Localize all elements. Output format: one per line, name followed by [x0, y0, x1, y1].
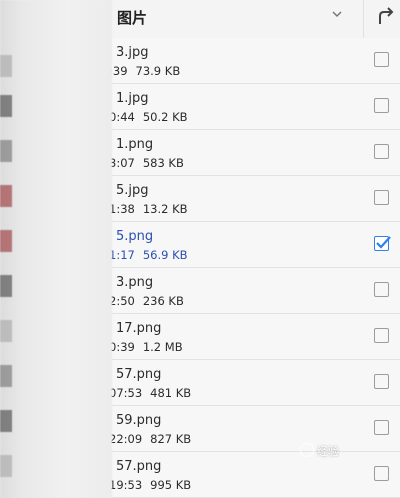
file-name: 3.jpg — [116, 45, 149, 60]
select-checkbox[interactable] — [374, 98, 389, 113]
file-time: 22:09 — [109, 432, 143, 446]
file-time: 07:53 — [109, 386, 143, 400]
file-size: 481 KB — [150, 386, 192, 400]
file-time: 0:39 — [109, 340, 135, 354]
up-level-icon[interactable] — [374, 4, 400, 30]
file-meta: :39 73.9 KB — [109, 64, 180, 78]
file-meta: 07:53 481 KB — [109, 386, 191, 400]
file-size: 827 KB — [150, 432, 192, 446]
thumbnail — [0, 140, 12, 162]
file-time: 1:17 — [109, 248, 135, 262]
thumbnail — [0, 230, 12, 252]
file-name: 5.png — [116, 229, 154, 244]
file-time: 3:07 — [109, 156, 135, 170]
file-meta: 22:09 827 KB — [109, 432, 191, 446]
file-meta: 0:39 1.2 MB — [109, 340, 183, 354]
thumbnail — [0, 365, 12, 387]
file-meta: 0:44 50.2 KB — [109, 110, 188, 124]
watermark-logo-icon — [300, 443, 314, 457]
select-checkbox[interactable] — [374, 466, 389, 481]
thumbnail — [0, 320, 12, 342]
select-checkbox[interactable] — [374, 420, 389, 435]
select-checkbox[interactable] — [374, 190, 389, 205]
file-time: 19:53 — [109, 478, 143, 492]
file-time: 1:38 — [109, 202, 135, 216]
select-checkbox[interactable] — [374, 236, 391, 251]
file-size: 50.2 KB — [142, 110, 188, 124]
select-checkbox[interactable] — [374, 328, 389, 343]
file-size: 583 KB — [142, 156, 184, 170]
thumbnail — [0, 275, 12, 297]
file-name: 1.png — [116, 137, 154, 152]
thumbnail — [0, 410, 12, 432]
file-size: 1.2 MB — [142, 340, 183, 354]
file-meta: 2:50 236 KB — [109, 294, 184, 308]
chevron-down-icon[interactable] — [330, 7, 344, 21]
file-time: 0:44 — [109, 110, 135, 124]
watermark: 经验 — [300, 443, 339, 459]
file-size: 236 KB — [142, 294, 184, 308]
folder-title: 图片 — [117, 9, 148, 27]
file-meta: 1:38 13.2 KB — [109, 202, 188, 216]
thumbnail — [0, 95, 12, 117]
select-checkbox[interactable] — [374, 52, 389, 67]
thumbnail — [0, 455, 12, 477]
file-size: 73.9 KB — [135, 64, 181, 78]
file-name: 1.jpg — [116, 91, 149, 106]
file-name: 57.png — [116, 367, 162, 382]
file-name: 57.png — [116, 459, 162, 474]
select-checkbox[interactable] — [374, 282, 389, 297]
file-size: 995 KB — [150, 478, 192, 492]
divider — [363, 0, 364, 38]
checkmark-icon — [376, 236, 391, 249]
select-checkbox[interactable] — [374, 144, 389, 159]
file-meta: 19:53 995 KB — [109, 478, 191, 492]
file-name: 59.png — [116, 413, 162, 428]
file-time: 2:50 — [109, 294, 135, 308]
thumbnail — [0, 55, 12, 77]
file-name: 17.png — [116, 321, 162, 336]
file-meta: 1:17 56.9 KB — [109, 248, 188, 262]
thumbnail — [0, 185, 12, 207]
select-checkbox[interactable] — [374, 374, 389, 389]
file-meta: 3:07 583 KB — [109, 156, 184, 170]
file-size: 13.2 KB — [142, 202, 188, 216]
file-size: 56.9 KB — [142, 248, 188, 262]
blurred-thumbnail-strip — [0, 0, 112, 498]
file-name: 5.jpg — [116, 183, 149, 198]
file-name: 3.png — [116, 275, 154, 290]
